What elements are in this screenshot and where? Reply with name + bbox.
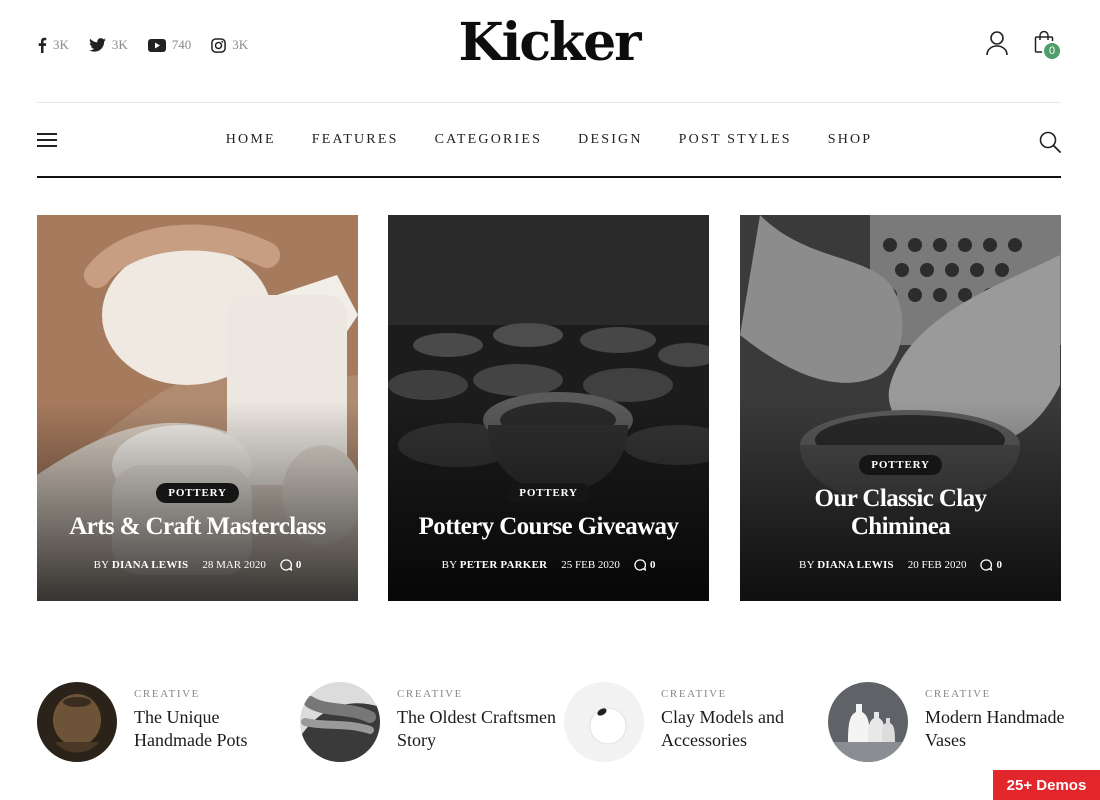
post-meta: BY PETER PARKER 25 FEB 2020 0: [388, 559, 709, 571]
comment-count: 0: [295, 559, 302, 571]
nav-menu: HOME FEATURES CATEGORIES DESIGN POST STY…: [37, 132, 1061, 148]
card-info: POTTERY Arts & Craft Masterclass BY DIAN…: [37, 483, 358, 571]
post-date: 28 MAR 2020: [202, 559, 266, 571]
nav-item-home[interactable]: HOME: [208, 132, 294, 148]
featured-card[interactable]: POTTERY Our Classic Clay Chiminea BY DIA…: [740, 215, 1061, 601]
nav-item-categories[interactable]: CATEGORIES: [417, 132, 561, 148]
account-button[interactable]: [985, 30, 1009, 61]
nav-item-shop[interactable]: SHOP: [810, 132, 891, 148]
mini-post[interactable]: CREATIVE Modern Handmade Vases: [828, 682, 1085, 762]
main-navigation: HOME FEATURES CATEGORIES DESIGN POST STY…: [37, 104, 1061, 178]
featured-posts: POTTERY Arts & Craft Masterclass BY DIAN…: [37, 215, 1061, 601]
post-title[interactable]: Our Classic Clay Chiminea: [740, 485, 1061, 541]
nav-item-features[interactable]: FEATURES: [294, 132, 417, 148]
author-link[interactable]: DIANA LEWIS: [817, 559, 893, 571]
mini-post-title[interactable]: Modern Handmade Vases: [925, 706, 1085, 752]
comments-link[interactable]: 0: [634, 559, 656, 571]
post-meta: BY DIANA LEWIS 28 MAR 2020 0: [37, 559, 358, 571]
post-date: 20 FEB 2020: [907, 559, 967, 571]
mini-post[interactable]: CREATIVE The Oldest Craftsmen Story: [300, 682, 557, 762]
comment-icon: [280, 559, 292, 571]
by-label: BY: [441, 559, 457, 571]
comments-link[interactable]: 0: [980, 559, 1002, 571]
mini-posts-list: CREATIVE The Unique Handmade Pots CREATI…: [37, 682, 1064, 764]
mini-post-category[interactable]: CREATIVE: [925, 688, 1085, 700]
card-info: POTTERY Our Classic Clay Chiminea BY DIA…: [740, 455, 1061, 571]
category-badge[interactable]: POTTERY: [859, 455, 942, 475]
nav-item-post-styles[interactable]: POST STYLES: [661, 132, 810, 148]
mini-post-category[interactable]: CREATIVE: [397, 688, 557, 700]
nav-item-design[interactable]: DESIGN: [560, 132, 661, 148]
mini-post[interactable]: CREATIVE Clay Models and Accessories: [564, 682, 821, 762]
search-icon: [1039, 131, 1061, 153]
mini-post-title[interactable]: The Oldest Craftsmen Story: [397, 706, 557, 752]
author-link[interactable]: DIANA LEWIS: [112, 559, 188, 571]
card-info: POTTERY Pottery Course Giveaway BY PETER…: [388, 483, 709, 571]
post-title[interactable]: Arts & Craft Masterclass: [37, 513, 358, 541]
author-link[interactable]: PETER PARKER: [460, 559, 547, 571]
mini-post[interactable]: CREATIVE The Unique Handmade Pots: [37, 682, 294, 762]
cart-button[interactable]: 0: [1034, 30, 1062, 61]
search-button[interactable]: [1039, 131, 1061, 158]
by-label: BY: [93, 559, 109, 571]
top-bar: 3K 3K 740 3K Kicker 0: [37, 0, 1062, 103]
comment-count: 0: [649, 559, 656, 571]
featured-card[interactable]: POTTERY Arts & Craft Masterclass BY DIAN…: [37, 215, 358, 601]
mini-post-title[interactable]: The Unique Handmade Pots: [134, 706, 294, 752]
featured-card[interactable]: POTTERY Pottery Course Giveaway BY PETER…: [388, 215, 709, 601]
comment-count: 0: [996, 559, 1002, 571]
comment-icon: [980, 559, 993, 571]
site-logo[interactable]: Kicker: [37, 12, 1061, 73]
post-title[interactable]: Pottery Course Giveaway: [388, 513, 709, 541]
demos-badge[interactable]: 25+ Demos: [993, 770, 1100, 800]
mini-post-title[interactable]: Clay Models and Accessories: [661, 706, 821, 752]
category-badge[interactable]: POTTERY: [507, 483, 590, 503]
post-date: 25 FEB 2020: [561, 559, 620, 571]
post-meta: BY DIANA LEWIS 20 FEB 2020 0: [740, 559, 1061, 571]
comment-icon: [634, 559, 646, 571]
by-label: BY: [799, 559, 815, 571]
mini-post-category[interactable]: CREATIVE: [661, 688, 821, 700]
post-thumbnail[interactable]: [37, 682, 117, 762]
user-icon: [986, 31, 1008, 56]
mini-post-category[interactable]: CREATIVE: [134, 688, 294, 700]
post-thumbnail[interactable]: [564, 682, 644, 762]
cart-count-badge: 0: [1042, 41, 1062, 61]
category-badge[interactable]: POTTERY: [156, 483, 239, 503]
post-thumbnail[interactable]: [300, 682, 380, 762]
post-thumbnail[interactable]: [828, 682, 908, 762]
comments-link[interactable]: 0: [280, 559, 302, 571]
